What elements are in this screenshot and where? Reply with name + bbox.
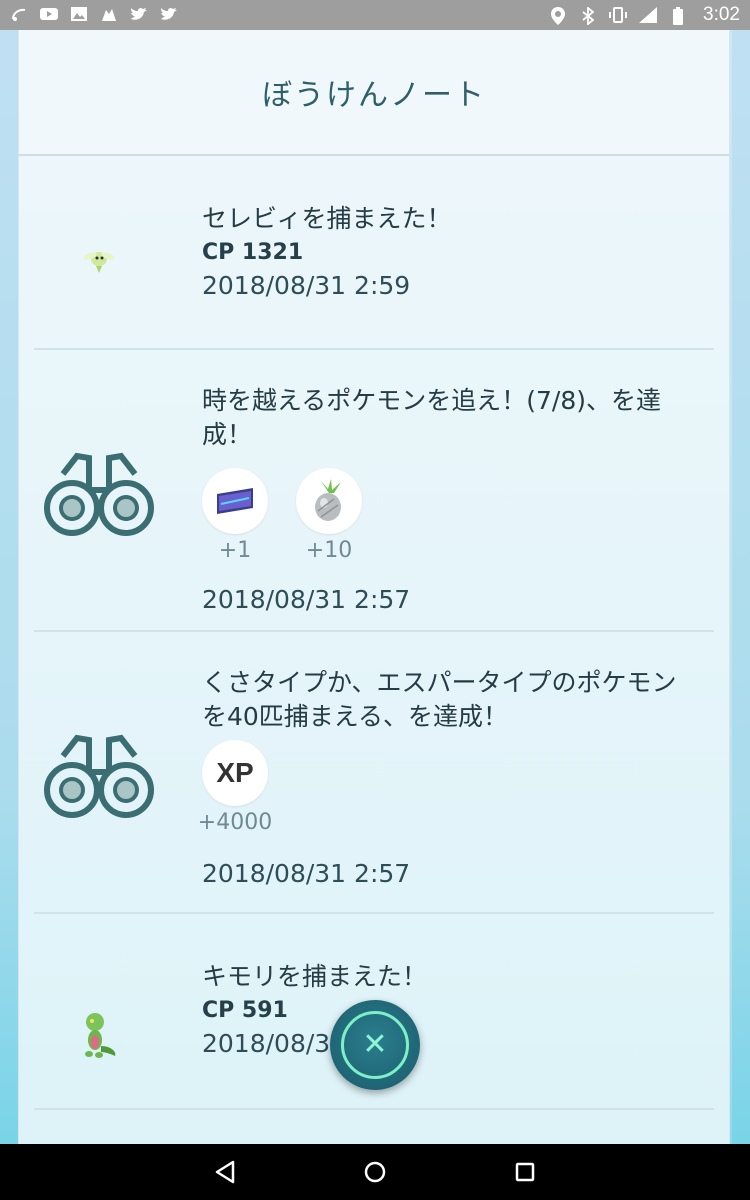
- xp-reward-icon: XP: [202, 740, 268, 806]
- system-icons: 3:02: [549, 4, 740, 26]
- clock-time: 3:02: [703, 4, 740, 25]
- reward-count: +4000: [197, 810, 273, 835]
- pinap-berry-icon: [296, 468, 362, 534]
- status-bar: 3:02: [0, 0, 750, 30]
- battery-icon: [669, 7, 687, 25]
- location-icon: [549, 7, 567, 25]
- wifi-calling-icon: [10, 7, 28, 23]
- close-button-ring: ✕: [341, 1011, 409, 1079]
- close-icon: ✕: [362, 1027, 388, 1062]
- right-edge: [732, 30, 750, 1144]
- entry-title: 時を越えるポケモンを追え！(7/8)、を達成！: [202, 386, 661, 449]
- entry-cp: CP 591: [202, 998, 288, 1023]
- page-title: ぼうけんノート: [262, 78, 486, 113]
- entry-date: 2018/08/3: [202, 1029, 331, 1058]
- twitter-icon: [130, 7, 148, 23]
- map-item-icon: [202, 468, 268, 534]
- journal-entry[interactable]: 時を越えるポケモンを追え！(7/8)、を達成！ +1 +10 2018/08/3…: [34, 350, 714, 632]
- entry-date: 2018/08/31 2:57: [202, 585, 411, 614]
- image-icon: [70, 7, 88, 23]
- youtube-icon: [40, 7, 58, 23]
- entry-date: 2018/08/31 2:57: [202, 859, 411, 888]
- binoculars-icon: [34, 728, 164, 820]
- close-button[interactable]: ✕: [330, 1000, 420, 1090]
- entry-cp: CP 1321: [202, 240, 304, 265]
- journal-panel[interactable]: ぼうけんノート セレビィを捕まえた！ CP 1321 2018/08/31 2:…: [18, 30, 730, 1144]
- celebi-icon: [34, 244, 164, 274]
- entry-date: 2018/08/31 2:59: [202, 271, 411, 300]
- treecko-icon: [34, 1010, 164, 1060]
- recents-icon[interactable]: [505, 1152, 545, 1192]
- signal-4g-icon: [639, 7, 658, 23]
- journal-entry[interactable]: くさタイプか、エスパータイプのポケモンを40匹捕まえる、を達成！ XP +400…: [34, 632, 714, 914]
- reward-count: +10: [305, 538, 353, 563]
- journal-entry[interactable]: セレビィを捕まえた！ CP 1321 2018/08/31 2:59: [34, 156, 714, 350]
- vibrate-icon: [609, 7, 628, 23]
- left-edge: [0, 30, 18, 1144]
- reward-count: +1: [218, 538, 252, 563]
- reward-item: XP +4000: [198, 740, 272, 835]
- pokeball-notification-icon: [100, 7, 118, 23]
- reward-list: +1 +10: [202, 468, 714, 563]
- reward-item: +1: [202, 468, 268, 563]
- entry-title: キモリを捕まえた！: [202, 962, 428, 991]
- reward-list: XP +4000: [198, 740, 714, 835]
- xp-label: XP: [216, 757, 254, 788]
- twitter-icon: [160, 7, 178, 23]
- home-icon[interactable]: [355, 1152, 395, 1192]
- reward-item: +10: [296, 468, 362, 563]
- back-icon[interactable]: [205, 1152, 245, 1192]
- entry-title: くさタイプか、エスパータイプのポケモンを40匹捕まえる、を達成！: [202, 668, 677, 731]
- notification-icons: [10, 7, 178, 23]
- entry-title: セレビィを捕まえた！: [202, 204, 452, 233]
- panel-header: ぼうけんノート: [19, 30, 729, 156]
- navigation-bar: [0, 1144, 750, 1200]
- bluetooth-icon: [579, 6, 597, 26]
- binoculars-icon: [34, 446, 164, 538]
